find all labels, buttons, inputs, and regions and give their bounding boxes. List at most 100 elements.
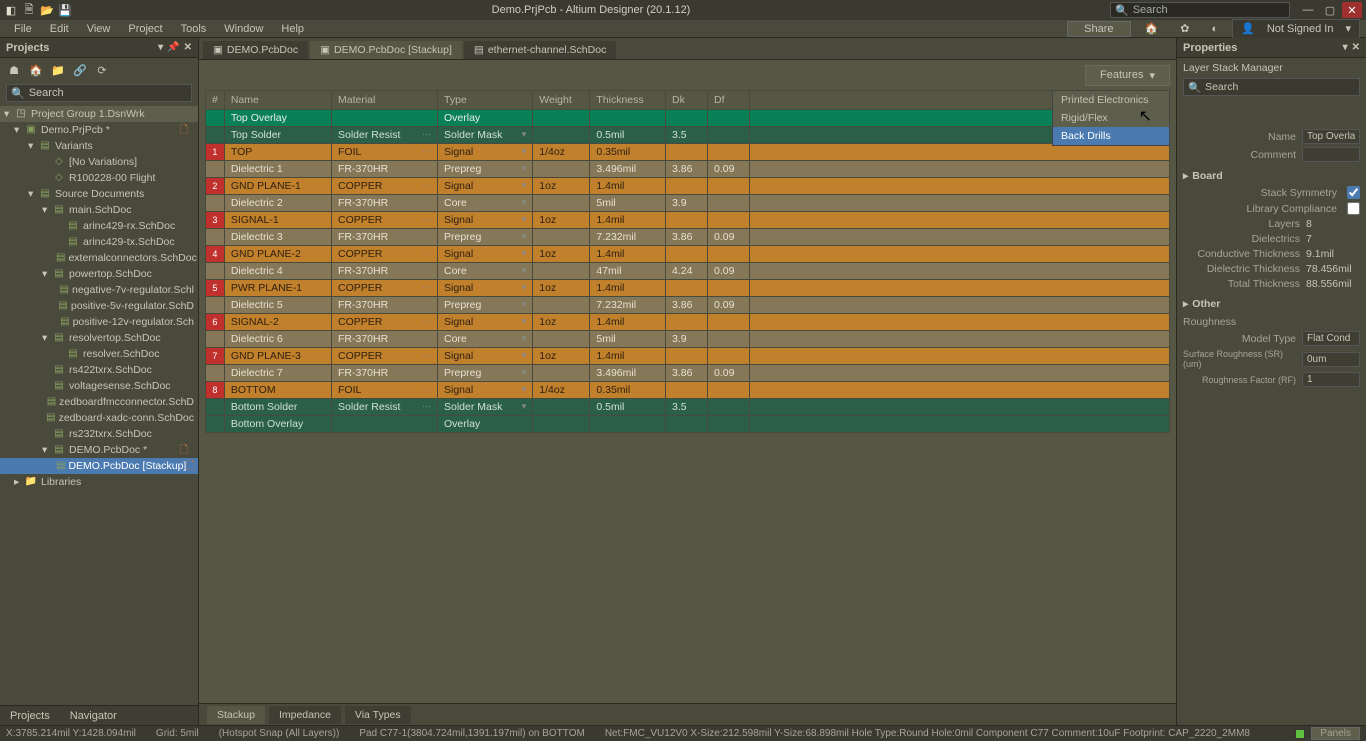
- menu-edit[interactable]: Edit: [42, 21, 77, 37]
- tree-item[interactable]: ▤DEMO.PcbDoc [Stackup]🗋: [0, 458, 198, 474]
- stackup-row[interactable]: 2GND PLANE-1COPPER⋯Signal▾1oz1.4mil: [206, 178, 1170, 195]
- tab-stackup[interactable]: Stackup: [207, 706, 265, 724]
- new-icon[interactable]: ☗: [6, 62, 22, 78]
- stackup-row[interactable]: 5PWR PLANE-1COPPER⋯Signal▾1oz1.4mil: [206, 280, 1170, 297]
- panel-dropdown-icon[interactable]: ▾: [158, 42, 163, 53]
- stackup-row[interactable]: 4GND PLANE-2COPPER⋯Signal▾1oz1.4mil: [206, 246, 1170, 263]
- column-header[interactable]: Dk: [666, 91, 708, 110]
- tree-item[interactable]: ◇[No Variations]: [0, 154, 198, 170]
- tree-item[interactable]: ▤positive-5v-regulator.SchD: [0, 298, 198, 314]
- menu-help[interactable]: Help: [273, 21, 312, 37]
- settings-icon[interactable]: ✿: [1172, 20, 1197, 37]
- tree-item[interactable]: ▤voltagesense.SchDoc: [0, 378, 198, 394]
- share-button[interactable]: Share: [1067, 21, 1130, 37]
- properties-search[interactable]: 🔍 Search: [1183, 78, 1360, 96]
- stackup-row[interactable]: 3SIGNAL-1COPPER⋯Signal▾1oz1.4mil: [206, 212, 1170, 229]
- tree-item[interactable]: ▤negative-7v-regulator.Schl: [0, 282, 198, 298]
- panel-dropdown-icon[interactable]: ▾: [1343, 42, 1348, 53]
- column-header[interactable]: Weight: [533, 91, 590, 110]
- save-icon[interactable]: 💾: [58, 3, 72, 17]
- menu-project[interactable]: Project: [120, 21, 170, 37]
- home-icon[interactable]: 🏠: [1137, 20, 1167, 37]
- column-header[interactable]: Df: [707, 91, 749, 110]
- stackup-row[interactable]: Dielectric 5FR-370HR⋯Prepreg▾7.232mil3.8…: [206, 297, 1170, 314]
- menu-file[interactable]: File: [6, 21, 40, 37]
- features-button[interactable]: Features▾: [1085, 65, 1170, 86]
- stackup-row[interactable]: 8BOTTOMFOIL⋯Signal▾1/4oz0.35mil: [206, 382, 1170, 399]
- stackup-row[interactable]: Bottom OverlayOverlay: [206, 416, 1170, 433]
- global-search[interactable]: 🔍 Search: [1110, 2, 1290, 18]
- tree-item[interactable]: ▤positive-12v-regulator.Sch: [0, 314, 198, 330]
- stackup-row[interactable]: 7GND PLANE-3COPPER⋯Signal▾1oz1.4mil: [206, 348, 1170, 365]
- tree-item[interactable]: ▾▤powertop.SchDoc: [0, 266, 198, 282]
- stack-symmetry-checkbox[interactable]: [1347, 186, 1360, 199]
- stackup-row[interactable]: Bottom SolderSolder Resist⋯Solder Mask▾0…: [206, 399, 1170, 416]
- tab-viatypes[interactable]: Via Types: [345, 706, 411, 724]
- stackup-row[interactable]: Dielectric 6FR-370HR⋯Core▾5mil3.9: [206, 331, 1170, 348]
- stackup-row[interactable]: Top SolderSolder Resist⋯Solder Mask▾0.5m…: [206, 127, 1170, 144]
- column-header[interactable]: Name: [224, 91, 331, 110]
- model-type-select[interactable]: [1302, 331, 1360, 346]
- refresh-icon[interactable]: ⟳: [94, 62, 110, 78]
- tab-impedance[interactable]: Impedance: [269, 706, 341, 724]
- tree-group[interactable]: ▾◳Project Group 1.DsnWrk: [0, 106, 198, 122]
- tree-item[interactable]: ▤rs232txrx.SchDoc: [0, 426, 198, 442]
- features-item-rigidflex[interactable]: Rigid/Flex: [1053, 109, 1169, 127]
- roughness-factor-input[interactable]: [1302, 372, 1360, 387]
- tree-item[interactable]: ▾▤DEMO.PcbDoc *🗋: [0, 442, 198, 458]
- open-icon[interactable]: 📂: [40, 3, 54, 17]
- column-header[interactable]: #: [206, 91, 225, 110]
- tree-item[interactable]: ◇R100228-00 Flight: [0, 170, 198, 186]
- panel-pin-icon[interactable]: 📌: [167, 42, 179, 53]
- tab-navigator[interactable]: Navigator: [64, 708, 123, 724]
- tree-item[interactable]: ▾▤main.SchDoc: [0, 202, 198, 218]
- surface-roughness-input[interactable]: [1302, 352, 1360, 367]
- tree-project[interactable]: ▾▣Demo.PrjPcb *🗋: [0, 122, 198, 138]
- tree-item[interactable]: ▤arinc429-rx.SchDoc: [0, 218, 198, 234]
- tab-projects[interactable]: Projects: [4, 708, 56, 724]
- panel-close-icon[interactable]: ✕: [1352, 42, 1360, 53]
- stackup-row[interactable]: 6SIGNAL-2COPPER⋯Signal▾1oz1.4mil: [206, 314, 1170, 331]
- board-section[interactable]: ▸ Board: [1183, 170, 1360, 182]
- new-icon[interactable]: 🗎: [22, 3, 36, 17]
- comment-input[interactable]: [1302, 147, 1360, 162]
- tree-item[interactable]: ▤resolver.SchDoc: [0, 346, 198, 362]
- tree-item[interactable]: ▾▤resolvertop.SchDoc: [0, 330, 198, 346]
- features-item-backdrills[interactable]: Back Drills: [1053, 127, 1169, 145]
- tree-item[interactable]: ▤zedboard-xadc-conn.SchDoc: [0, 410, 198, 426]
- column-header[interactable]: Material: [331, 91, 437, 110]
- menu-view[interactable]: View: [79, 21, 119, 37]
- menu-window[interactable]: Window: [216, 21, 271, 37]
- minimize-button[interactable]: —: [1298, 2, 1318, 18]
- stackup-row[interactable]: Dielectric 3FR-370HR⋯Prepreg▾7.232mil3.8…: [206, 229, 1170, 246]
- stackup-row[interactable]: Dielectric 1FR-370HR⋯Prepreg▾3.496mil3.8…: [206, 161, 1170, 178]
- close-button[interactable]: ✕: [1342, 2, 1362, 18]
- document-tab[interactable]: ▣DEMO.PcbDoc [Stackup]: [310, 41, 462, 59]
- other-section[interactable]: ▸ Other: [1183, 298, 1360, 310]
- tree-item[interactable]: ▾▤Variants: [0, 138, 198, 154]
- library-compliance-checkbox[interactable]: [1347, 202, 1360, 215]
- home-icon[interactable]: 🏠: [28, 62, 44, 78]
- stackup-grid[interactable]: #NameMaterialTypeWeightThicknessDkDf Top…: [205, 90, 1170, 433]
- name-input[interactable]: [1302, 129, 1360, 144]
- document-tab[interactable]: ▤ethernet-channel.SchDoc: [464, 41, 616, 59]
- tree-item[interactable]: ▾▤Source Documents: [0, 186, 198, 202]
- menu-tools[interactable]: Tools: [173, 21, 215, 37]
- stackup-row[interactable]: Dielectric 2FR-370HR⋯Core▾5mil3.9: [206, 195, 1170, 212]
- panel-close-icon[interactable]: ✕: [184, 42, 192, 53]
- projects-search[interactable]: 🔍 Search: [6, 84, 192, 102]
- stackup-row[interactable]: Dielectric 7FR-370HR⋯Prepreg▾3.496mil3.8…: [206, 365, 1170, 382]
- stackup-row[interactable]: Dielectric 4FR-370HR⋯Core▾47mil4.240.09: [206, 263, 1170, 280]
- column-header[interactable]: Type: [438, 91, 533, 110]
- features-item-printed[interactable]: Printed Electronics: [1053, 91, 1169, 109]
- stackup-row[interactable]: Top OverlayOverlay: [206, 110, 1170, 127]
- column-header[interactable]: Thickness: [590, 91, 666, 110]
- tree-item[interactable]: ▤externalconnectors.SchDoc: [0, 250, 198, 266]
- folder-icon[interactable]: 📁: [50, 62, 66, 78]
- stackup-row[interactable]: 1TOPFOIL⋯Signal▾1/4oz0.35mil: [206, 144, 1170, 161]
- maximize-button[interactable]: ▢: [1320, 2, 1340, 18]
- tree-item[interactable]: ▸📁Libraries: [0, 474, 198, 490]
- tree-item[interactable]: ▤rs422txrx.SchDoc: [0, 362, 198, 378]
- signin-button[interactable]: 👤 Not Signed In ▾: [1232, 19, 1360, 39]
- tree-item[interactable]: ▤zedboardfmcconnector.SchD: [0, 394, 198, 410]
